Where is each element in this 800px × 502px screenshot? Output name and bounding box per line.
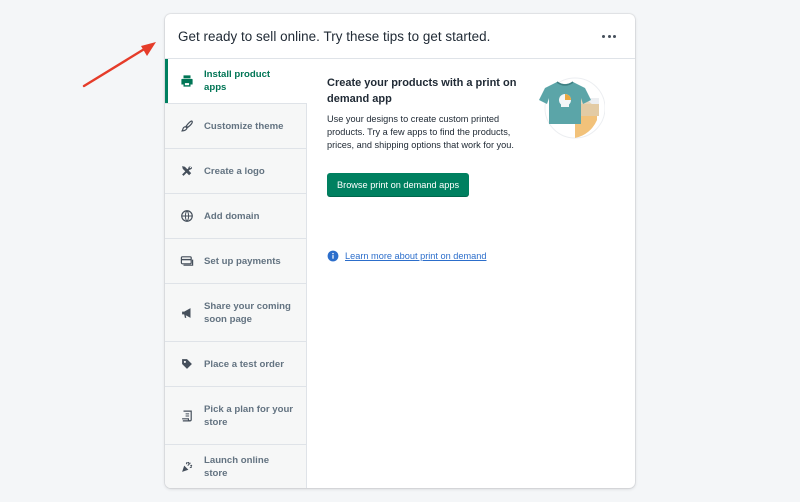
sidebar-item-install-product-apps[interactable]: Install product apps	[165, 59, 307, 104]
sidebar-item-set-up-payments[interactable]: Set up payments	[165, 239, 306, 284]
printer-icon	[180, 74, 194, 88]
sidebar-item-label: Pick a plan for your store	[204, 403, 294, 428]
learn-more-row: Learn more about print on demand	[327, 250, 486, 262]
sidebar-item-label: Create a logo	[204, 165, 265, 177]
sidebar-item-create-logo[interactable]: Create a logo	[165, 149, 306, 194]
horizontal-dots-icon	[602, 34, 616, 38]
card-header: Get ready to sell online. Try these tips…	[165, 14, 635, 59]
sidebar-item-add-domain[interactable]: Add domain	[165, 194, 306, 239]
sidebar-item-label: Customize theme	[204, 120, 284, 132]
sidebar-item-label: Set up payments	[204, 255, 281, 267]
info-icon	[327, 250, 339, 262]
annotation-arrow-icon	[82, 42, 156, 88]
sidebar-item-customize-theme[interactable]: Customize theme	[165, 104, 306, 149]
card-body: Install product apps Customize theme Cre…	[165, 59, 635, 488]
sidebar-item-label: Share your coming soon page	[204, 300, 291, 325]
globe-icon	[180, 209, 194, 223]
tips-sidebar: Install product apps Customize theme Cre…	[165, 59, 307, 488]
tip-title: Create your products with a print on dem…	[327, 77, 517, 105]
setup-guide-card: Get ready to sell online. Try these tips…	[165, 14, 635, 488]
tip-content: Create your products with a print on dem…	[307, 59, 635, 488]
confetti-icon	[180, 460, 194, 474]
sidebar-item-label: Launch online store	[204, 454, 270, 479]
tip-text-block: Create your products with a print on dem…	[327, 76, 517, 152]
tools-icon	[180, 164, 194, 178]
sidebar-item-label: Install product apps	[204, 69, 271, 93]
sidebar-item-place-test-order[interactable]: Place a test order	[165, 342, 306, 387]
card-title: Get ready to sell online. Try these tips…	[178, 28, 491, 44]
paintbrush-icon	[180, 119, 194, 133]
sidebar-item-pick-plan[interactable]: Pick a plan for your store	[165, 387, 306, 445]
sidebar-item-label: Place a test order	[204, 358, 284, 370]
sidebar-item-launch-online-store[interactable]: Launch online store	[165, 445, 306, 488]
receipt-icon	[180, 409, 194, 423]
more-actions-button[interactable]	[597, 24, 621, 48]
credit-card-icon	[180, 254, 194, 268]
sidebar-item-label: Add domain	[204, 210, 260, 222]
tshirt-illustration	[539, 77, 605, 139]
browse-apps-button[interactable]: Browse print on demand apps	[327, 173, 470, 197]
learn-more-link[interactable]: Learn more about print on demand	[345, 251, 486, 261]
megaphone-icon	[180, 306, 194, 320]
tag-icon	[180, 357, 194, 371]
tip-description: Use your designs to create custom printe…	[327, 114, 514, 150]
sidebar-item-share-coming-soon[interactable]: Share your coming soon page	[165, 284, 306, 342]
